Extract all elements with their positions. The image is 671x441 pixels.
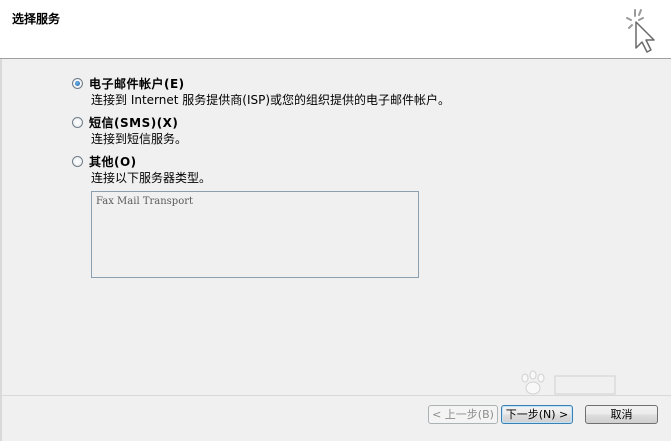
radio-email[interactable] xyxy=(72,78,83,89)
radio-email-row[interactable]: 电子邮件帐户(E) xyxy=(72,75,450,92)
radio-other-row[interactable]: 其他(O) xyxy=(72,153,450,170)
radio-sms-row[interactable]: 短信(SMS)(X) xyxy=(72,114,450,131)
left-edge xyxy=(0,59,2,441)
option-other-label[interactable]: 其他(O) xyxy=(89,153,137,170)
next-button[interactable]: 下一步(N) > xyxy=(501,405,573,424)
wizard-header: 选择服务 xyxy=(0,0,671,59)
service-options: 电子邮件帐户(E) 连接到 Internet 服务提供商(ISP)或您的组织提供… xyxy=(72,75,450,192)
cursor-sparkle-icon xyxy=(626,9,655,53)
radio-other[interactable] xyxy=(72,156,83,167)
page-title: 选择服务 xyxy=(12,12,61,26)
option-sms-label[interactable]: 短信(SMS)(X) xyxy=(89,114,178,131)
option-email-label[interactable]: 电子邮件帐户(E) xyxy=(89,75,185,92)
back-button[interactable]: < 上一步(B) xyxy=(428,405,498,424)
cancel-button[interactable]: 取消 xyxy=(585,405,658,424)
option-sms-description: 连接到短信服务。 xyxy=(91,132,188,146)
footer-divider xyxy=(0,395,671,396)
option-other-description: 连接以下服务器类型。 xyxy=(91,171,212,185)
list-item[interactable]: Fax Mail Transport xyxy=(96,195,414,209)
baidu-paw-icon xyxy=(521,370,616,395)
option-sms: 短信(SMS)(X) 连接到短信服务。 xyxy=(72,114,450,147)
option-email: 电子邮件帐户(E) 连接到 Internet 服务提供商(ISP)或您的组织提供… xyxy=(72,75,450,108)
option-other: 其他(O) 连接以下服务器类型。 xyxy=(72,153,450,186)
radio-sms[interactable] xyxy=(72,117,83,128)
server-type-listbox[interactable]: Fax Mail Transport xyxy=(91,191,419,278)
option-email-description: 连接到 Internet 服务提供商(ISP)或您的组织提供的电子邮件帐户。 xyxy=(91,93,451,107)
